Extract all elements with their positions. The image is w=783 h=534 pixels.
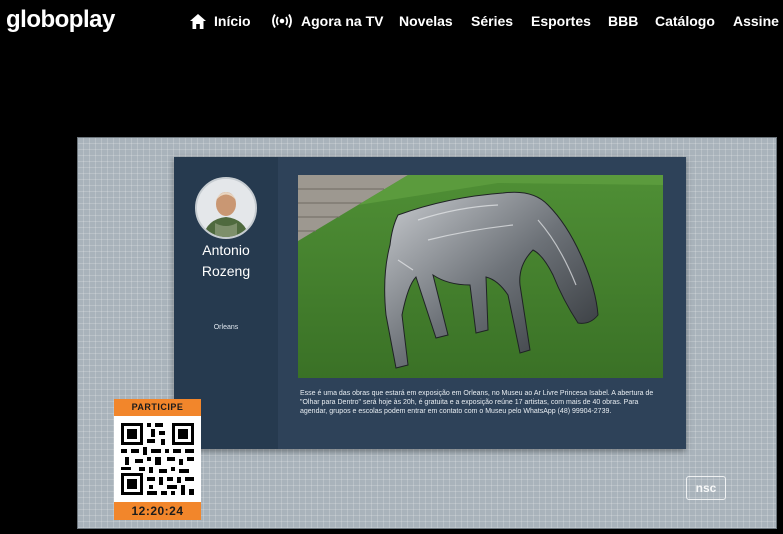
- nav-item-catalogo[interactable]: Catálogo: [655, 13, 715, 29]
- qr-code[interactable]: [114, 416, 201, 502]
- artist-city: Orleans: [213, 324, 239, 331]
- participe-label: PARTICIPE: [114, 399, 201, 416]
- main-menu: Início Agora na TV Novelas Séries Esport…: [190, 13, 783, 33]
- artwork-caption: Esse é uma das obras que estará em expos…: [300, 390, 654, 415]
- nav-item-assine[interactable]: Assine: [733, 13, 779, 29]
- broadcast-icon: [272, 14, 292, 28]
- nav-item-novelas[interactable]: Novelas: [399, 13, 453, 29]
- broadcast-clock: 12:20:24: [114, 502, 201, 520]
- top-nav: globoplay Início Agora na TV Novelas Sér…: [0, 0, 783, 44]
- artist-first-name: Antonio: [202, 242, 250, 258]
- nav-item-label: Início: [214, 13, 251, 29]
- nav-item-inicio[interactable]: Início: [190, 13, 251, 29]
- home-icon: [190, 13, 206, 29]
- globoplay-logo[interactable]: globoplay: [6, 6, 115, 34]
- artist-name: Antonio Rozeng: [174, 240, 278, 282]
- participe-widget[interactable]: PARTICIPE 12:20:24: [114, 399, 201, 520]
- artwork-photo: [298, 175, 663, 378]
- video-player[interactable]: Antonio Rozeng Orleans Esse é uma das ob…: [77, 137, 777, 529]
- nav-item-label: Agora na TV: [301, 13, 384, 29]
- artist-avatar: [195, 177, 257, 239]
- nav-item-esportes[interactable]: Esportes: [531, 13, 591, 29]
- nav-item-series[interactable]: Séries: [471, 13, 513, 29]
- nav-item-bbb[interactable]: BBB: [608, 13, 638, 29]
- nsc-channel-logo: nsc: [686, 476, 726, 500]
- nav-item-agora-na-tv[interactable]: Agora na TV: [271, 13, 383, 29]
- artwork-card: Antonio Rozeng Orleans Esse é uma das ob…: [174, 157, 686, 449]
- artist-last-name: Rozeng: [201, 263, 251, 279]
